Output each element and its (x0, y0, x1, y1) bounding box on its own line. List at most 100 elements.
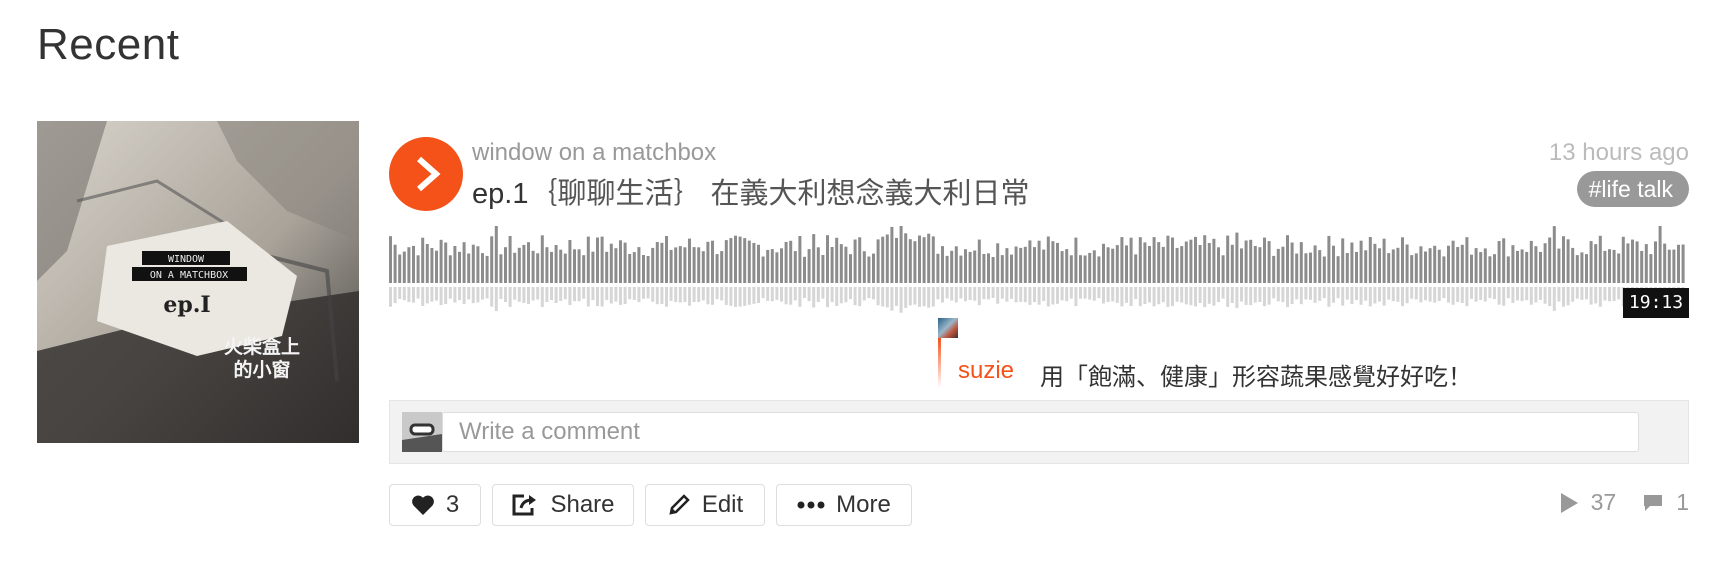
waveform-bar (1608, 249, 1611, 283)
edit-button[interactable]: Edit (645, 484, 765, 526)
waveform-bar (1309, 252, 1312, 283)
waveform-reflection-bar (646, 287, 650, 299)
waveform-reflection-bar (1180, 287, 1184, 303)
waveform-bar (517, 247, 521, 283)
waveform-reflection-bar (1129, 287, 1133, 306)
waveform-bar (1594, 244, 1598, 283)
waveform-reflection-bar (1612, 287, 1616, 301)
waveform-bar (1617, 253, 1621, 283)
waveform-reflection-bar (959, 287, 963, 299)
waveform-reflection-bar (1207, 287, 1211, 304)
waveform-reflection-bar (1617, 287, 1621, 300)
waveform-bar (619, 240, 622, 283)
waveform-bar (1631, 239, 1634, 283)
tag-label: life talk (1601, 176, 1673, 202)
waveform-reflection-bar (609, 287, 613, 304)
waveform-reflection-bar (1608, 287, 1611, 302)
more-button[interactable]: More (776, 484, 912, 526)
waveform-reflection-bar (1378, 287, 1381, 302)
waveform-bar (1010, 254, 1013, 283)
waveform-reflection-bar (1341, 287, 1345, 306)
waveform-reflection-bar (1309, 287, 1312, 300)
waveform-bar (393, 244, 397, 283)
waveform-bar (412, 245, 415, 283)
waveform[interactable] (389, 226, 1689, 356)
comment-input[interactable] (442, 412, 1639, 452)
waveform-reflection-bar (421, 287, 425, 306)
waveform-bar (481, 253, 484, 283)
track-title[interactable]: ep.1｛聊聊生活｝ 在義大利想念義大利日常 (472, 170, 1030, 212)
waveform-bar (706, 241, 710, 283)
waveform-bar (1134, 254, 1138, 283)
track-artwork[interactable]: WINDOW ON A MATCHBOX ep.I 火柴盒上 的小窗 (37, 121, 359, 443)
waveform-reflection-bar (1594, 287, 1598, 304)
waveform-reflection-bar (416, 287, 420, 299)
waveform-bar (545, 247, 549, 283)
waveform-reflection-bar (499, 287, 503, 299)
waveform-bar (416, 255, 420, 283)
waveform-reflection-bar (1120, 287, 1124, 307)
waveform-bar (425, 244, 429, 283)
waveform-bar (1585, 254, 1588, 283)
waveform-reflection-bar (563, 287, 567, 300)
waveform-reflection-bar (1506, 287, 1510, 299)
waveform-bar (1313, 245, 1317, 283)
waveform-reflection-bar (835, 287, 839, 306)
comment-form (389, 400, 1689, 464)
waveform-bar (734, 235, 737, 283)
waveform-reflection-bar (1562, 287, 1565, 307)
waveform-bar (1189, 239, 1193, 283)
waveform-reflection-bar (1350, 287, 1354, 304)
comment-marker-avatar[interactable] (938, 318, 958, 338)
share-button[interactable]: Share (492, 484, 634, 526)
waveform-bar (1345, 253, 1349, 283)
waveform-bar (697, 247, 701, 283)
waveform-bar (1184, 241, 1188, 283)
waveform-reflection-bar (1589, 287, 1593, 305)
waveform-reflection-bar (1391, 287, 1395, 302)
waveform-bar (407, 247, 411, 283)
waveform-bar (807, 249, 811, 283)
waveform-reflection-bar (743, 287, 747, 306)
waveform-bar (462, 242, 466, 283)
waveform-bar (1175, 247, 1179, 283)
waveform-bar (950, 250, 954, 283)
waveform-reflection-bar (1497, 287, 1501, 305)
like-button[interactable]: 3 (389, 484, 481, 526)
waveform-reflection-bar (1332, 287, 1335, 303)
waveform-reflection-bar (614, 287, 618, 302)
waveform-reflection-bar (1033, 287, 1036, 303)
waveform-reflection-bar (1479, 287, 1483, 300)
waveform-reflection-bar (412, 287, 415, 303)
waveform-reflection-bar (1359, 287, 1363, 305)
waveform-reflection-bar (425, 287, 429, 304)
waveform-reflection-bar (628, 287, 632, 300)
genre-tag[interactable]: #life talk (1576, 171, 1689, 207)
waveform-reflection-bar (467, 287, 471, 300)
waveform-reflection-bar (761, 287, 765, 299)
waveform-reflection-bar (1410, 287, 1414, 299)
comment-count-icon (1644, 494, 1663, 511)
waveform-reflection-bar (1382, 287, 1386, 306)
waveform-reflection-bar (720, 287, 724, 301)
waveform-reflection-bar (1364, 287, 1368, 301)
waveform-bar (1493, 254, 1496, 283)
waveform-bar (582, 255, 586, 283)
waveform-bar (1125, 245, 1128, 283)
waveform-bar (1198, 245, 1202, 283)
waveform-reflection-bar (1042, 287, 1046, 301)
waveform-bar (559, 249, 563, 283)
comment-username[interactable]: suzie (958, 357, 1014, 385)
waveform-reflection-bar (821, 287, 825, 299)
waveform-bar (885, 234, 889, 283)
waveform-reflection-bar (1548, 287, 1552, 307)
waveform-reflection-bar (747, 287, 751, 305)
waveform-bar (1069, 255, 1073, 283)
waveform-bar (816, 247, 820, 283)
play-button[interactable] (389, 137, 463, 211)
waveform-bar (743, 238, 747, 283)
waveform-bar (1391, 249, 1395, 283)
track-uploader[interactable]: window on a matchbox (472, 139, 716, 167)
waveform-reflection-bar (1460, 287, 1464, 303)
waveform-reflection-bar (1322, 287, 1326, 299)
